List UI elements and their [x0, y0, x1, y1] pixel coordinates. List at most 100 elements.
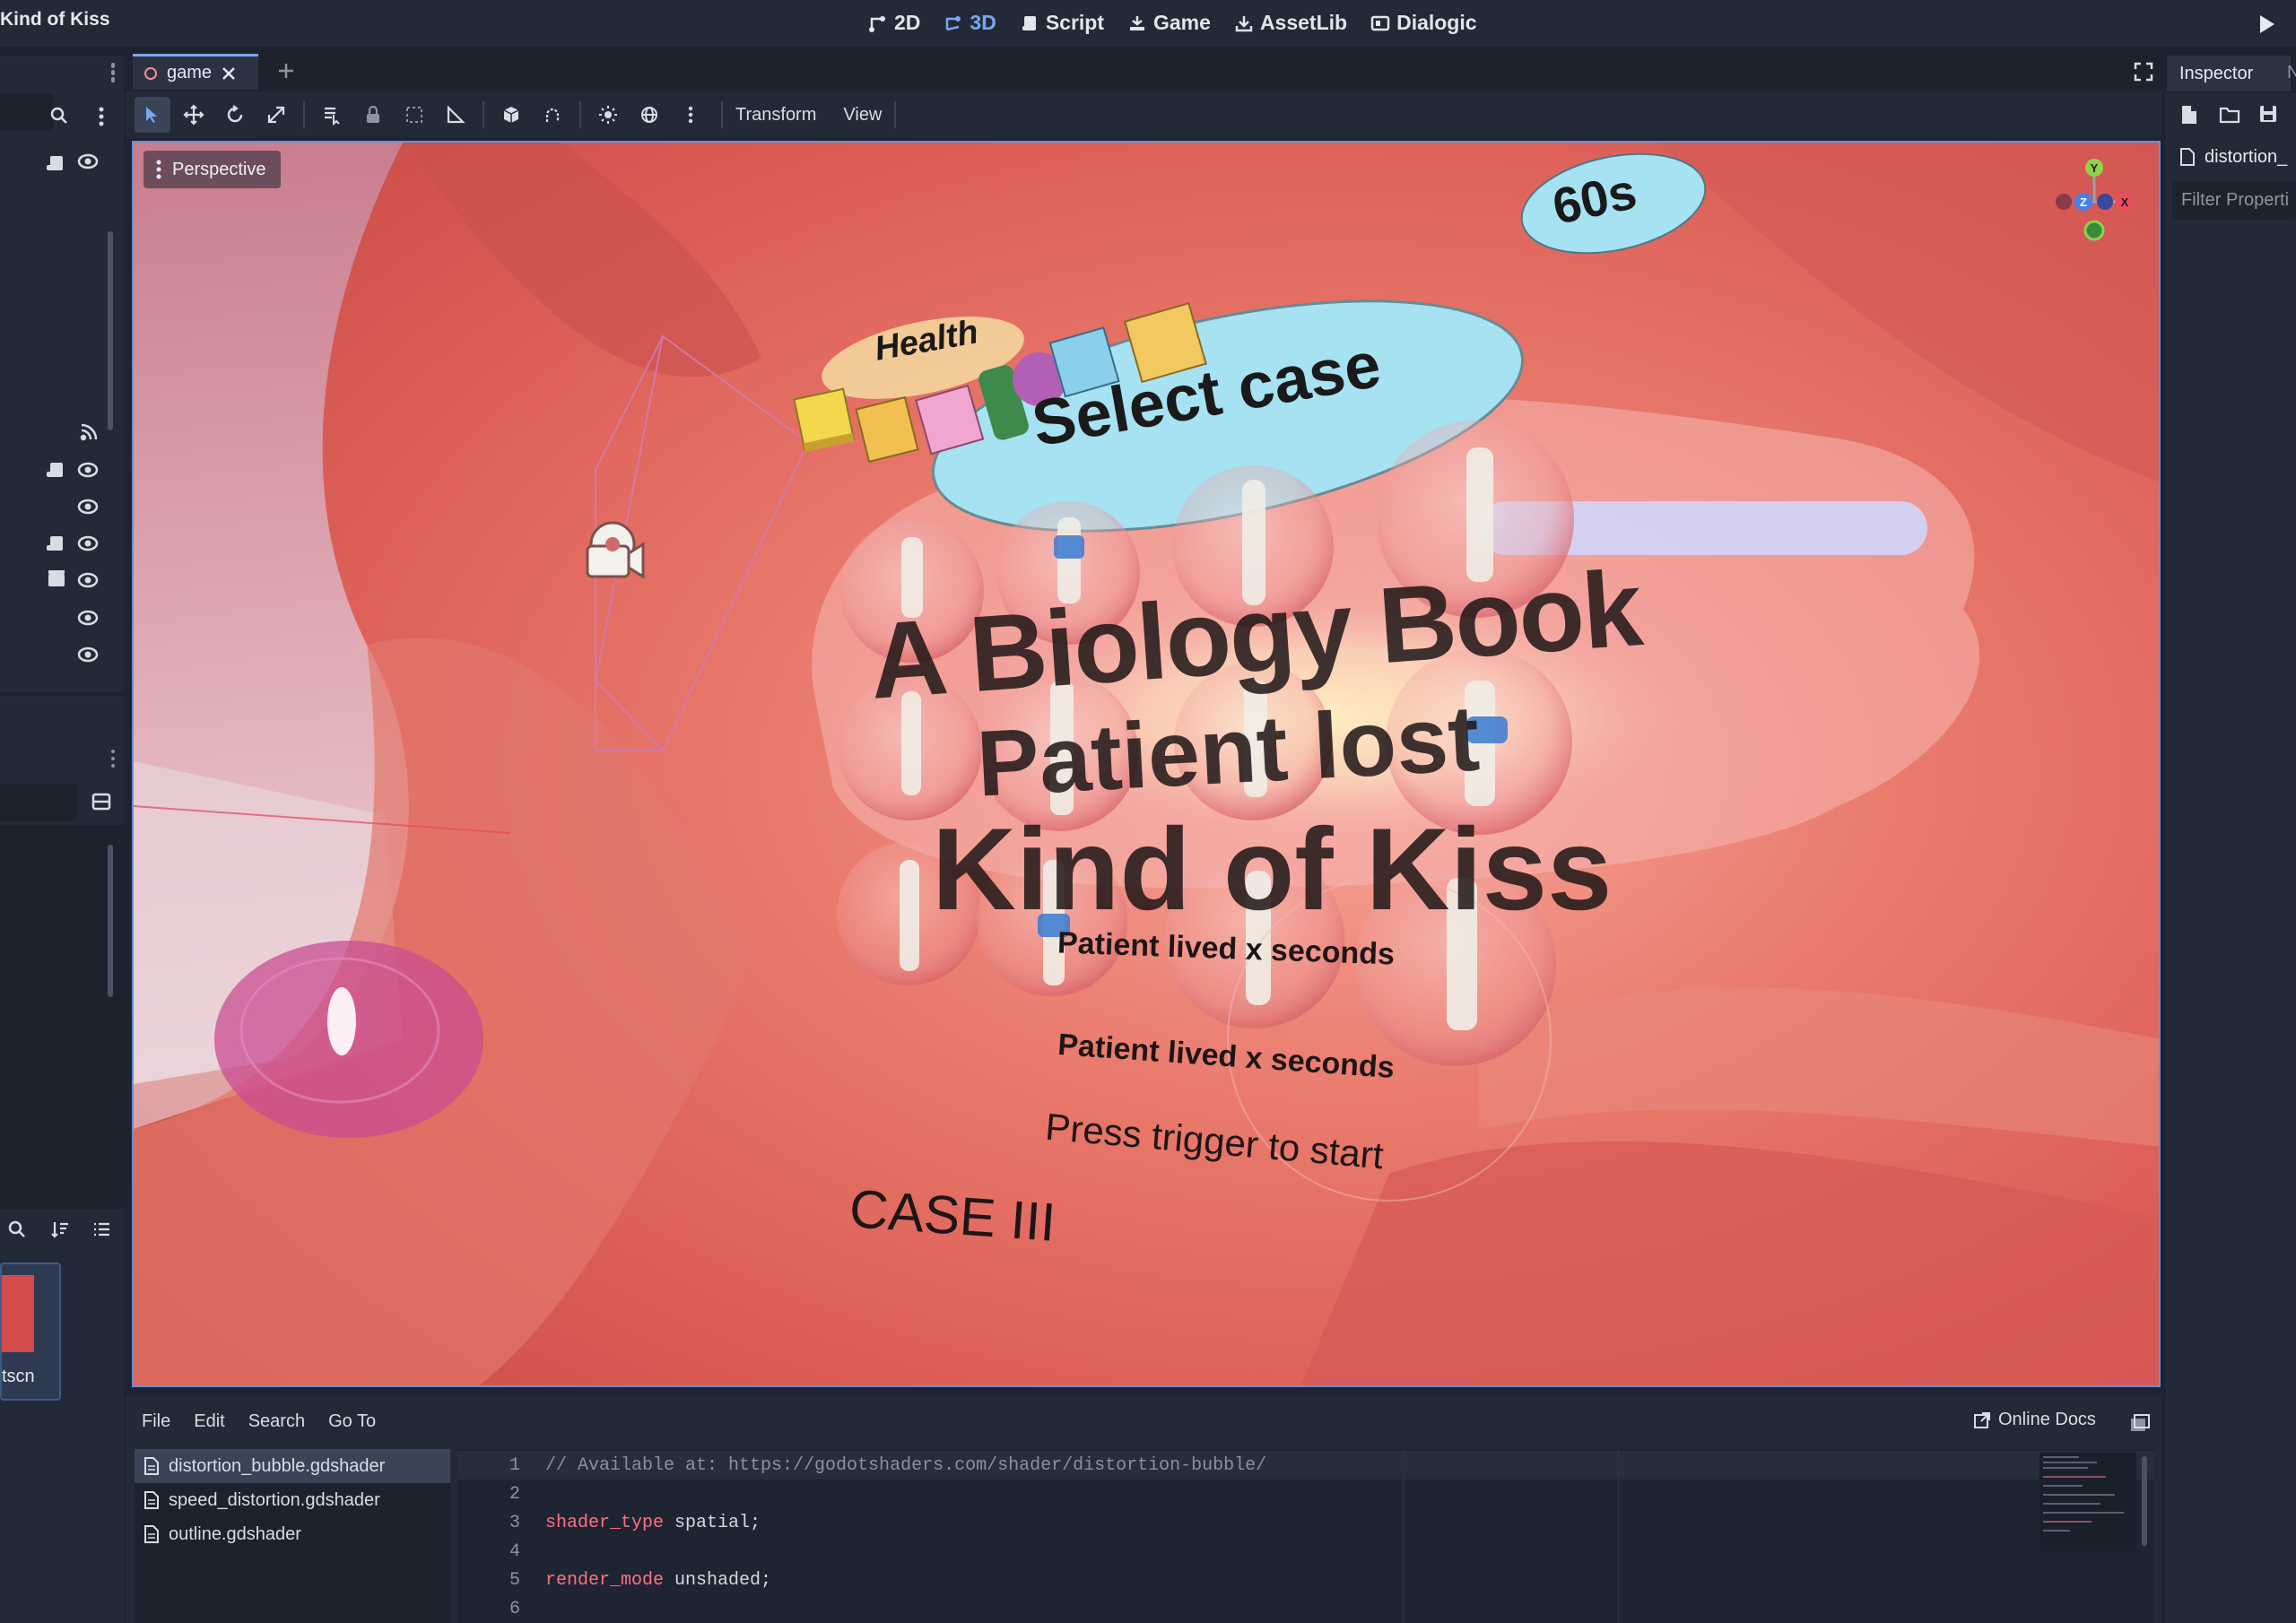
- tab-3d[interactable]: 3D: [936, 7, 1003, 39]
- scale-icon: [267, 106, 285, 124]
- code-minimap[interactable]: [2039, 1453, 2136, 1551]
- tab-inspector[interactable]: Inspector: [2167, 56, 2291, 91]
- script-file-name: outline.gdshader: [169, 1523, 301, 1544]
- orientation-gizmo[interactable]: Y X Z: [2044, 152, 2143, 250]
- scene-tab-label: game: [167, 63, 213, 82]
- file-thumbnail[interactable]: tscn: [0, 1263, 61, 1401]
- scale-tool-button[interactable]: [258, 97, 294, 133]
- script-file-item[interactable]: outline.gdshader: [135, 1517, 450, 1551]
- dock-grip-icon[interactable]: [108, 748, 118, 769]
- tab-2d[interactable]: 2D: [861, 7, 927, 39]
- open-folder-icon[interactable]: [2219, 106, 2240, 124]
- fullscreen-icon[interactable]: [2133, 61, 2154, 82]
- more-options-button[interactable]: [673, 97, 709, 133]
- visibility-eye-icon: [77, 572, 99, 588]
- inspector-panel: [2165, 93, 2296, 1623]
- script-file-name: speed_distortion.gdshader: [169, 1489, 380, 1510]
- line-number: 1: [509, 1454, 520, 1476]
- close-icon[interactable]: [221, 65, 237, 82]
- scene-thumbnail-image: [2, 1275, 34, 1352]
- filter-properties-input[interactable]: Filter Properti: [2172, 181, 2296, 221]
- line-number: 3: [509, 1512, 520, 1533]
- line-number: 5: [509, 1569, 520, 1591]
- tab-game[interactable]: Game: [1120, 7, 1218, 39]
- line-number: 6: [509, 1598, 520, 1619]
- move-icon: [183, 104, 204, 126]
- file-icon: [2180, 148, 2195, 166]
- move-tool-button[interactable]: [176, 97, 212, 133]
- filter-placeholder: Filter Properti: [2181, 190, 2290, 210]
- lock-button[interactable]: [355, 97, 391, 133]
- menu-edit[interactable]: Edit: [194, 1411, 224, 1432]
- scene-tab-bar: [126, 47, 2161, 91]
- local-space-button[interactable]: [493, 97, 529, 133]
- node3d-icon: [144, 66, 157, 80]
- search-icon[interactable]: [7, 1219, 27, 1239]
- more-options-icon[interactable]: [93, 106, 109, 127]
- gizmo-y-label: Y: [2091, 161, 2099, 175]
- column-guide: [1618, 1449, 1619, 1623]
- visibility-eye-icon: [77, 499, 99, 515]
- scene-tab-game[interactable]: game: [133, 54, 258, 90]
- gizmo-x-label: X: [2121, 195, 2129, 209]
- menu-search[interactable]: Search: [248, 1411, 305, 1432]
- list-select-button[interactable]: [314, 97, 350, 133]
- save-icon[interactable]: [2258, 104, 2278, 124]
- path-input[interactable]: [0, 784, 77, 821]
- add-tab-icon[interactable]: [276, 61, 296, 81]
- undock-icon[interactable]: [2129, 1413, 2151, 1433]
- script-file-item[interactable]: distortion_bubble.gdshader: [135, 1449, 450, 1483]
- view-menu[interactable]: View: [843, 105, 882, 126]
- tab-assetlib[interactable]: AssetLib: [1227, 7, 1354, 39]
- file-icon: [144, 1457, 159, 1475]
- online-docs-link[interactable]: Online Docs: [1973, 1410, 2096, 1430]
- split-view-icon[interactable]: [91, 791, 112, 812]
- code-line: 2: [457, 1480, 2154, 1508]
- menu-goto[interactable]: Go To: [328, 1411, 376, 1432]
- code-line: 5 render_mode unshaded;: [457, 1566, 2154, 1594]
- sort-icon[interactable]: [50, 1219, 70, 1239]
- line-number: 2: [509, 1483, 520, 1505]
- resource-name[interactable]: distortion_: [2205, 147, 2287, 168]
- tab-node[interactable]: N: [2287, 63, 2296, 83]
- scene-filter-input[interactable]: [0, 93, 54, 131]
- external-link-icon: [1974, 1411, 1990, 1428]
- ruler-icon: [447, 105, 465, 124]
- 3d-icon: [946, 15, 961, 30]
- perspective-menu-button[interactable]: Perspective: [144, 151, 281, 188]
- 3d-viewport[interactable]: 60s Health Select case A Biology Book Pa…: [132, 141, 2161, 1387]
- preview-environment-button[interactable]: [631, 97, 667, 133]
- tab-script[interactable]: Script: [1013, 7, 1111, 39]
- rotate-tool-button[interactable]: [217, 97, 253, 133]
- main-tabs: 2D 3D Script Game AssetLib Dialogic: [861, 7, 1484, 39]
- dock-grip-icon[interactable]: [108, 61, 118, 82]
- inspector-dock: Inspector N distortion_ Filter Properti: [2165, 47, 2296, 1623]
- clapper-icon: [48, 570, 65, 586]
- column-guide: [1403, 1449, 1404, 1623]
- transform-menu[interactable]: Transform: [735, 105, 816, 126]
- new-resource-icon[interactable]: [2179, 104, 2199, 126]
- group-button[interactable]: [396, 97, 432, 133]
- visibility-eye-icon: [77, 153, 99, 169]
- tab-dialogic[interactable]: Dialogic: [1363, 7, 1483, 39]
- file-thumbnail-label: tscn: [2, 1367, 35, 1386]
- menu-file[interactable]: File: [142, 1411, 170, 1432]
- toolbar-buttons: Transform View: [135, 97, 903, 133]
- sun-icon: [599, 106, 617, 124]
- file-tree[interactable]: [0, 825, 124, 1209]
- snap-button[interactable]: [535, 97, 570, 133]
- scrollbar[interactable]: [108, 845, 113, 997]
- play-icon: [2260, 15, 2274, 33]
- code-comment: // Available at: https://godotshaders.co…: [545, 1454, 1267, 1476]
- preview-sun-button[interactable]: [590, 97, 626, 133]
- ruler-button[interactable]: [438, 97, 474, 133]
- list-view-icon[interactable]: [91, 1219, 111, 1239]
- rotate-icon: [227, 105, 243, 123]
- play-button[interactable]: [2253, 11, 2280, 38]
- 2d-icon: [869, 15, 885, 32]
- script-file-item[interactable]: speed_distortion.gdshader: [135, 1483, 450, 1517]
- search-icon[interactable]: [49, 106, 69, 126]
- code-editor[interactable]: 1 // Available at: https://godotshaders.…: [457, 1449, 2154, 1623]
- scrollbar[interactable]: [2142, 1456, 2147, 1546]
- select-tool-button[interactable]: [135, 97, 170, 133]
